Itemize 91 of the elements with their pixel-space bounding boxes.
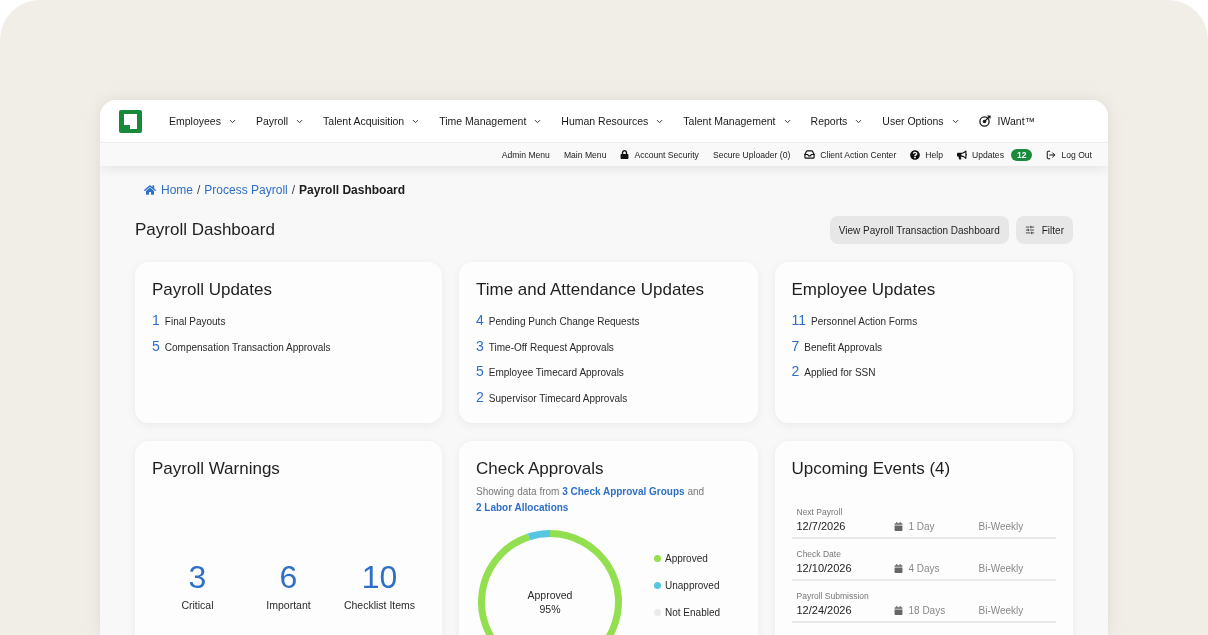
card-title: Payroll Updates (152, 280, 273, 300)
home-icon (144, 184, 156, 196)
utility-label: Updates (971, 149, 1004, 160)
update-count[interactable]: 2 (791, 363, 800, 379)
note-link[interactable]: 3 Check Approval Groups (562, 486, 685, 497)
breadcrumb-link[interactable]: Home (144, 183, 193, 197)
stat-label: Critical (181, 599, 214, 611)
utility-link[interactable]: Account Security (620, 149, 699, 160)
update-count[interactable]: 2 (476, 388, 484, 405)
nav-menu[interactable]: Time Management (439, 115, 543, 127)
event-countdown: 4 Days (908, 562, 940, 574)
event-frequency: Bi-Weekly (978, 520, 1025, 532)
utility-link[interactable]: Main Menu (563, 149, 607, 160)
event-name: Payroll Submission (796, 591, 870, 601)
chart-center-value: 95% (539, 602, 561, 616)
inbox-icon (804, 149, 816, 160)
nav-menu[interactable]: Talent Management (683, 115, 792, 127)
update-count[interactable]: 11 (791, 312, 807, 328)
lock-icon (620, 150, 630, 159)
event-countdown: 1 Day (908, 520, 935, 532)
legend-label: Approved (665, 552, 708, 564)
chart-center-label: Approved (527, 588, 573, 602)
nav-menu[interactable]: User Options (882, 115, 960, 127)
event-frequency: Bi-Weekly (978, 604, 1025, 616)
update-label: Personnel Action Forms (811, 316, 918, 327)
update-label: Pending Punch Change Requests (488, 316, 640, 327)
nav-link[interactable]: IWant™ (978, 115, 1036, 127)
event-name: Next Payroll (796, 507, 844, 517)
page-title: Payroll Dashboard (135, 220, 275, 240)
count-badge: 12 (1010, 148, 1033, 161)
utility-link[interactable]: Help (910, 149, 943, 160)
update-label: Final Payouts (164, 316, 226, 327)
logout-icon (1046, 149, 1057, 160)
utility-link[interactable]: Admin Menu (501, 149, 550, 160)
stat-label: Checklist Items (343, 599, 416, 611)
event-date: 12/7/2026 (796, 520, 847, 532)
update-label: Time-Off Request Approvals (488, 341, 614, 353)
update-count[interactable]: 3 (476, 337, 484, 354)
update-label: Compensation Transaction Approvals (164, 341, 331, 353)
utility-link[interactable]: Log Out (1046, 149, 1092, 160)
update-count[interactable]: 4 (476, 312, 484, 328)
utility-label: Account Security (634, 149, 699, 160)
card-title: Time and Attendance Updates (476, 280, 706, 300)
event-date: 12/10/2026 (796, 562, 853, 574)
stat-value[interactable]: 3 (188, 559, 207, 595)
stat-label: Important (266, 599, 311, 611)
breadcrumb-link[interactable]: Process Payroll (204, 183, 288, 197)
utility-link[interactable]: Secure Uploader (0) (712, 149, 791, 160)
help-icon (910, 149, 921, 160)
card-title: Check Approvals (476, 459, 605, 479)
data-source-note: Showing data from 3 Check Approval Groups and 2 Labor Allocations (476, 485, 706, 515)
nav-menu[interactable]: Employees (169, 115, 237, 127)
update-count[interactable]: 1 (152, 312, 160, 328)
utility-label: Help (925, 149, 943, 160)
event-frequency: Bi-Weekly (978, 562, 1025, 574)
event-countdown: 18 Days (908, 604, 946, 616)
legend-label: Unapproved (665, 579, 720, 591)
nav-menu[interactable]: Human Resources (561, 115, 665, 127)
update-label: Supervisor Timecard Approvals (488, 392, 628, 404)
legend-label: Not Enabled (665, 606, 721, 618)
target-icon (978, 115, 991, 127)
card-title: Payroll Warnings (152, 459, 281, 479)
logo[interactable] (119, 109, 142, 133)
note-link[interactable]: 2 Labor Allocations (476, 502, 569, 513)
dashboard-button[interactable]: View Payroll Transaction Dashboard (829, 216, 1009, 244)
calendar-icon (893, 605, 903, 615)
utility-link[interactable]: Updates 12 (956, 148, 1033, 161)
nav-menu[interactable]: Talent Acquisition (323, 115, 421, 127)
filter-button[interactable]: Filter (1015, 216, 1073, 244)
calendar-icon (893, 563, 903, 573)
update-label: Applied for SSN (804, 367, 876, 378)
calendar-icon (893, 521, 903, 531)
event-name: Check Date (796, 549, 842, 559)
utility-link[interactable]: Client Action Center (804, 149, 897, 160)
nav-menu[interactable]: Reports (810, 115, 864, 127)
sliders-icon (1024, 225, 1035, 235)
card-title: Employee Updates (791, 280, 937, 300)
utility-label: Client Action Center (820, 149, 897, 160)
card-title: Upcoming Events (4) (791, 459, 952, 479)
update-label: Benefit Approvals (804, 341, 883, 353)
update-label: Employee Timecard Approvals (488, 367, 624, 378)
update-count[interactable]: 7 (791, 337, 800, 354)
update-count[interactable]: 5 (152, 337, 160, 354)
update-count[interactable]: 5 (476, 363, 484, 379)
stat-value[interactable]: 10 (361, 559, 398, 595)
nav-menu[interactable]: Payroll (255, 115, 305, 127)
megaphone-icon (956, 149, 967, 160)
stat-value[interactable]: 6 (279, 559, 298, 595)
utility-label: Log Out (1061, 149, 1092, 160)
event-date: 12/24/2026 (796, 604, 853, 616)
breadcrumb-separator: / (197, 183, 201, 197)
